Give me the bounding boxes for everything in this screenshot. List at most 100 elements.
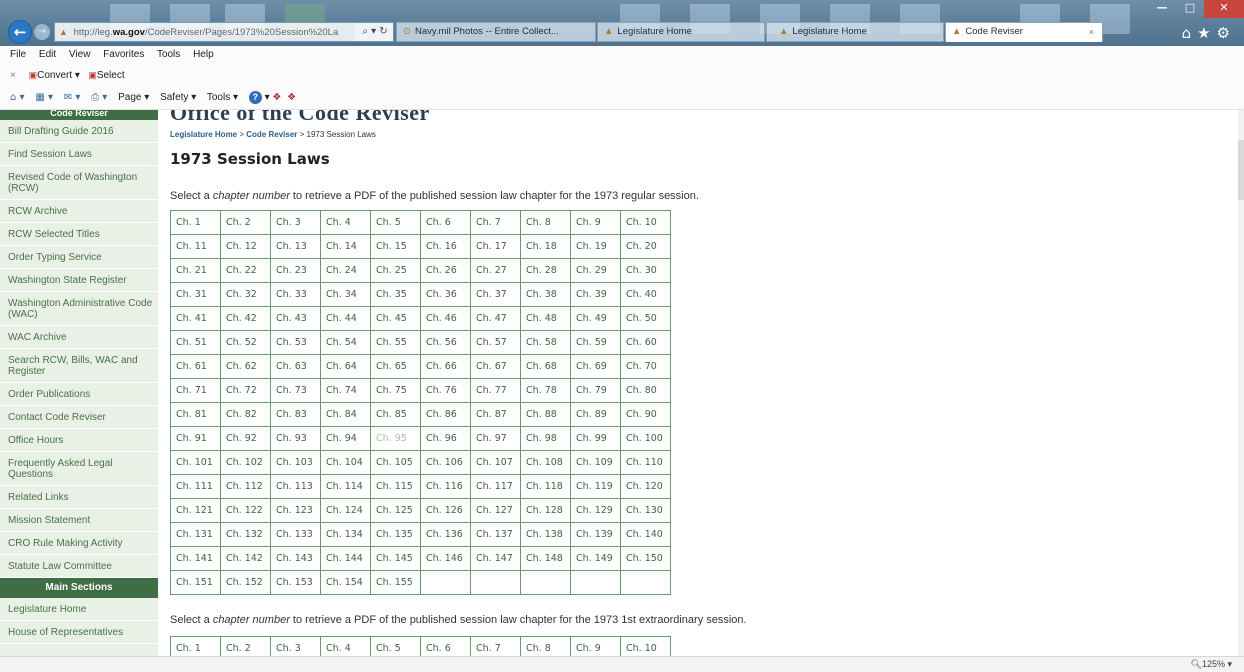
chapter-link[interactable]: Ch. 44 (320, 306, 371, 331)
research-icon[interactable]: ❖ (272, 92, 281, 103)
address-bar[interactable]: ▲ http://leg.wa.gov/CodeReviser/Pages/19… (54, 22, 394, 42)
maximize-icon[interactable]: □ (1176, 0, 1204, 18)
chapter-link[interactable]: Ch. 51 (170, 330, 221, 355)
chapter-link[interactable]: Ch. 79 (570, 378, 621, 403)
sidebar-item[interactable]: Contact Code Reviser (0, 406, 158, 429)
breadcrumb-legislature-home[interactable]: Legislature Home (170, 130, 237, 139)
tools-menu[interactable]: Tools ▾ (207, 92, 238, 103)
chapter-link[interactable]: Ch. 140 (620, 522, 671, 547)
tab-legislature-home-2[interactable]: ▲ Legislature Home (766, 22, 944, 42)
chapter-link[interactable]: Ch. 131 (170, 522, 221, 547)
sidebar-item[interactable]: Find Session Laws (0, 143, 158, 166)
chapter-link[interactable]: Ch. 4 (320, 210, 371, 235)
chapter-link[interactable]: Ch. 143 (270, 546, 321, 571)
chapter-link[interactable]: Ch. 124 (320, 498, 371, 523)
chapter-link[interactable]: Ch. 104 (320, 450, 371, 475)
menu-view[interactable]: View (69, 49, 91, 60)
chapter-link[interactable]: Ch. 17 (470, 234, 521, 259)
chapter-link[interactable]: Ch. 107 (470, 450, 521, 475)
chapter-link[interactable]: Ch. 135 (370, 522, 421, 547)
print-icon[interactable]: ⎙ ▾ (91, 92, 107, 103)
chapter-link[interactable]: Ch. 16 (420, 234, 471, 259)
chapter-link[interactable]: Ch. 12 (220, 234, 271, 259)
chapter-link[interactable]: Ch. 125 (370, 498, 421, 523)
scrollbar-thumb[interactable] (1238, 140, 1244, 200)
chapter-link[interactable]: Ch. 89 (570, 402, 621, 427)
chapter-link[interactable]: Ch. 1 (170, 210, 221, 235)
chapter-link[interactable]: Ch. 148 (520, 546, 571, 571)
chapter-link[interactable]: Ch. 7 (470, 636, 521, 656)
chapter-link[interactable]: Ch. 138 (520, 522, 571, 547)
chapter-link[interactable]: Ch. 154 (320, 570, 371, 595)
sidebar-item[interactable]: Revised Code of Washington (RCW) (0, 166, 158, 200)
chapter-link[interactable]: Ch. 21 (170, 258, 221, 283)
chapter-link[interactable]: Ch. 14 (320, 234, 371, 259)
chapter-link[interactable]: Ch. 56 (420, 330, 471, 355)
chapter-link[interactable]: Ch. 74 (320, 378, 371, 403)
chapter-link[interactable]: Ch. 15 (370, 234, 421, 259)
chapter-link[interactable]: Ch. 115 (370, 474, 421, 499)
chapter-link[interactable]: Ch. 46 (420, 306, 471, 331)
chapter-link[interactable]: Ch. 58 (520, 330, 571, 355)
chapter-link[interactable]: Ch. 139 (570, 522, 621, 547)
chapter-link[interactable]: Ch. 43 (270, 306, 321, 331)
chapter-link[interactable]: Ch. 23 (270, 258, 321, 283)
settings-gear-icon[interactable]: ⚙ (1217, 24, 1236, 42)
feeds-icon[interactable]: ▦ ▾ (35, 92, 53, 103)
chapter-link[interactable]: Ch. 8 (520, 210, 571, 235)
chapter-link[interactable]: Ch. 62 (220, 354, 271, 379)
chapter-link[interactable]: Ch. 49 (570, 306, 621, 331)
sidebar-item[interactable]: Bill Drafting Guide 2016 (0, 120, 158, 143)
chapter-link[interactable]: Ch. 22 (220, 258, 271, 283)
chapter-link[interactable]: Ch. 151 (170, 570, 221, 595)
chapter-link[interactable]: Ch. 65 (370, 354, 421, 379)
chapter-link[interactable]: Ch. 75 (370, 378, 421, 403)
back-button[interactable]: ← (8, 20, 32, 44)
chapter-link[interactable]: Ch. 5 (370, 210, 421, 235)
chapter-link[interactable]: Ch. 116 (420, 474, 471, 499)
chapter-link[interactable]: Ch. 11 (170, 234, 221, 259)
chapter-link[interactable]: Ch. 117 (470, 474, 521, 499)
sidebar-item[interactable]: RCW Archive (0, 200, 158, 223)
chapter-link[interactable]: Ch. 144 (320, 546, 371, 571)
chapter-link[interactable]: Ch. 24 (320, 258, 371, 283)
sidebar-item[interactable]: Frequently Asked Legal Questions (0, 452, 158, 486)
chapter-link[interactable]: Ch. 123 (270, 498, 321, 523)
sidebar-item[interactable]: CRO Rule Making Activity (0, 532, 158, 555)
chapter-link[interactable]: Ch. 33 (270, 282, 321, 307)
chapter-link[interactable]: Ch. 77 (470, 378, 521, 403)
chapter-link[interactable]: Ch. 96 (420, 426, 471, 451)
chapter-link[interactable]: Ch. 91 (170, 426, 221, 451)
chapter-link[interactable]: Ch. 41 (170, 306, 221, 331)
chapter-link[interactable]: Ch. 90 (620, 402, 671, 427)
sidebar-item[interactable]: Statute Law Committee (0, 555, 158, 578)
chapter-link[interactable]: Ch. 152 (220, 570, 271, 595)
chapter-link[interactable]: Ch. 110 (620, 450, 671, 475)
chapter-link[interactable]: Ch. 130 (620, 498, 671, 523)
chapter-link[interactable]: Ch. 147 (470, 546, 521, 571)
chapter-link[interactable]: Ch. 36 (420, 282, 471, 307)
chapter-link[interactable]: Ch. 2 (220, 636, 271, 656)
chapter-link[interactable]: Ch. 1 (170, 636, 221, 656)
chapter-link[interactable]: Ch. 53 (270, 330, 321, 355)
chapter-link[interactable]: Ch. 82 (220, 402, 271, 427)
chapter-link[interactable]: Ch. 8 (520, 636, 571, 656)
chapter-link[interactable]: Ch. 48 (520, 306, 571, 331)
chapter-link[interactable]: Ch. 137 (470, 522, 521, 547)
tab-navy-photos[interactable]: ⊙ Navy.mil Photos -- Entire Collect... (396, 22, 596, 42)
convert-button[interactable]: ▣Convert ▾ (29, 70, 80, 81)
chapter-link[interactable]: Ch. 142 (220, 546, 271, 571)
chapter-link[interactable]: Ch. 70 (620, 354, 671, 379)
chapter-link[interactable]: Ch. 73 (270, 378, 321, 403)
menu-file[interactable]: File (10, 49, 26, 60)
chapter-link[interactable]: Ch. 106 (420, 450, 471, 475)
chapter-link[interactable]: Ch. 38 (520, 282, 571, 307)
chapter-link[interactable]: Ch. 68 (520, 354, 571, 379)
chapter-link[interactable]: Ch. 9 (570, 636, 621, 656)
select-button[interactable]: ▣Select (88, 70, 124, 81)
sidebar-main-item[interactable]: House of Representatives (0, 621, 158, 644)
tab-code-reviser[interactable]: ▲ Code Reviser × (945, 22, 1103, 42)
chapter-link[interactable]: Ch. 3 (270, 636, 321, 656)
sidebar-item[interactable]: Order Typing Service (0, 246, 158, 269)
chapter-link[interactable]: Ch. 52 (220, 330, 271, 355)
